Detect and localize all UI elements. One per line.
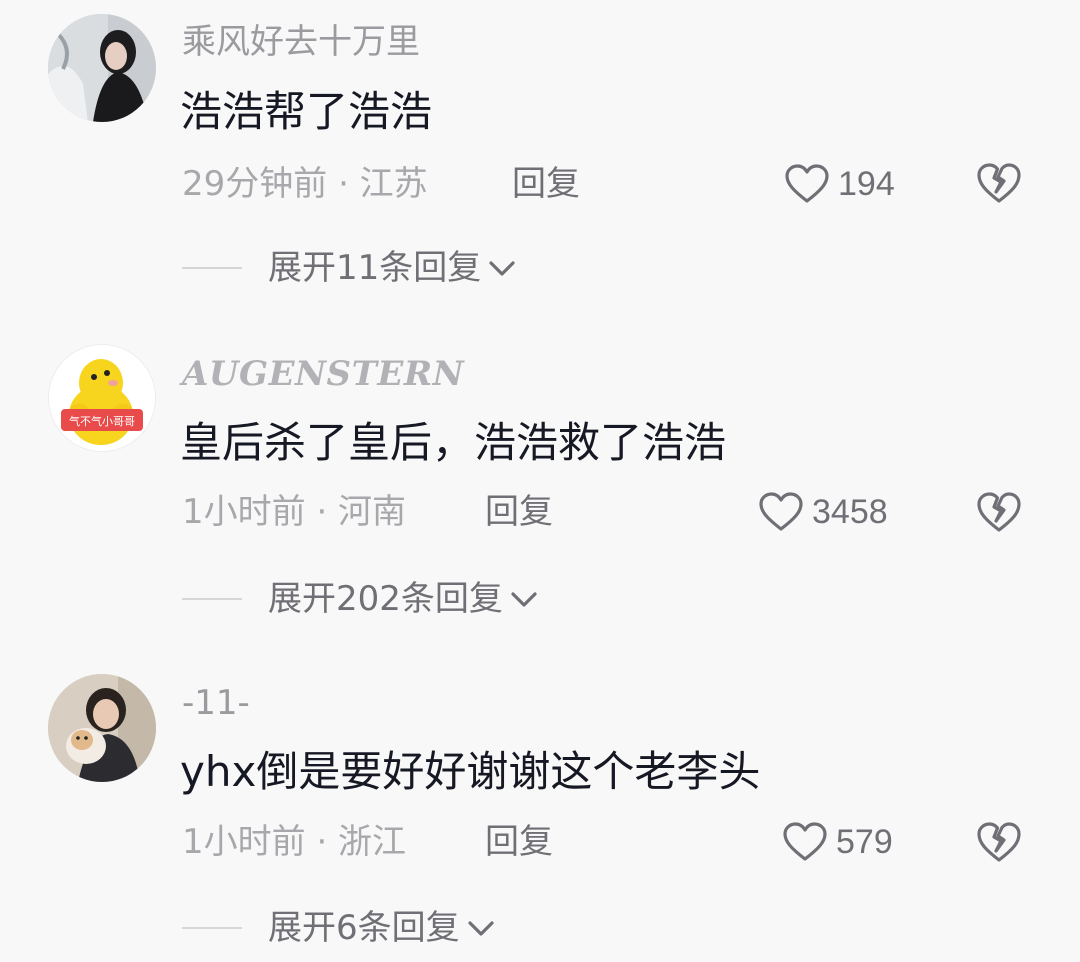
expand-replies-label: 展开6条回复 — [268, 908, 460, 948]
chevron-down-icon — [511, 592, 537, 607]
comment-text: yhx倒是要好好谢谢这个老李头 — [180, 747, 761, 796]
comment-username[interactable]: AUGENSTERN — [182, 357, 464, 391]
comment-text: 浩浩帮了浩浩 — [180, 87, 433, 136]
like-count: 3458 — [812, 493, 888, 531]
comment-item: -11- yhx倒是要好好谢谢这个老李头 1小时前 · 浙江 回复 579 展开… — [0, 660, 1080, 962]
avatar-badge-text: 气不气小哥哥 — [69, 414, 135, 428]
comment-meta: 29分钟前 · 江苏 回复 194 — [182, 163, 1062, 204]
comment-username[interactable]: 乘风好去十万里 — [182, 25, 420, 59]
expand-replies-label: 展开11条回复 — [268, 248, 482, 288]
comment-text: 皇后杀了皇后，浩浩救了浩浩 — [180, 418, 727, 467]
avatar-image: 气不气小哥哥 — [49, 345, 155, 451]
avatar[interactable]: 气不气小哥哥 — [48, 344, 156, 452]
like-button[interactable]: 3458 — [758, 492, 888, 532]
avatar-image — [48, 14, 156, 122]
heart-outline-icon — [759, 492, 803, 531]
divider-line — [182, 927, 242, 929]
reply-button[interactable]: 回复 — [485, 492, 553, 532]
comment-time-location: 1小时前 · 河南 — [182, 492, 407, 532]
expand-replies-button[interactable]: 展开11条回复 — [182, 248, 782, 288]
divider-line — [182, 598, 242, 600]
broken-heart-icon[interactable] — [976, 160, 1022, 206]
expand-replies-button[interactable]: 展开6条回复 — [182, 908, 782, 948]
expand-replies-button[interactable]: 展开202条回复 — [182, 579, 782, 619]
like-count: 194 — [838, 165, 895, 203]
comment-time-location: 29分钟前 · 江苏 — [182, 164, 428, 204]
avatar-image — [48, 674, 156, 782]
chevron-down-icon — [489, 261, 515, 276]
broken-heart-icon[interactable] — [976, 489, 1022, 535]
expand-replies-label: 展开202条回复 — [268, 579, 503, 619]
comment-item: 气不气小哥哥 AUGENSTERN 皇后杀了皇后，浩浩救了浩浩 1小时前 · 河… — [0, 330, 1080, 660]
comment-item: 乘风好去十万里 浩浩帮了浩浩 29分钟前 · 江苏 回复 194 展开11条回复 — [0, 0, 1080, 330]
heart-outline-icon — [785, 164, 829, 203]
reply-button[interactable]: 回复 — [512, 164, 580, 204]
heart-outline-icon — [783, 822, 827, 861]
comment-meta: 1小时前 · 河南 回复 3458 — [182, 492, 1062, 532]
avatar[interactable] — [48, 14, 156, 122]
broken-heart-icon[interactable] — [976, 819, 1022, 865]
comment-meta: 1小时前 · 浙江 回复 579 — [182, 822, 1062, 862]
like-button[interactable]: 194 — [784, 164, 895, 204]
like-count: 579 — [836, 823, 893, 861]
chevron-down-icon — [468, 921, 494, 936]
like-button[interactable]: 579 — [782, 822, 893, 862]
reply-button[interactable]: 回复 — [485, 822, 553, 862]
comment-username[interactable]: -11- — [182, 686, 250, 720]
avatar[interactable] — [48, 674, 156, 782]
divider-line — [182, 267, 242, 269]
comment-time-location: 1小时前 · 浙江 — [182, 822, 407, 862]
